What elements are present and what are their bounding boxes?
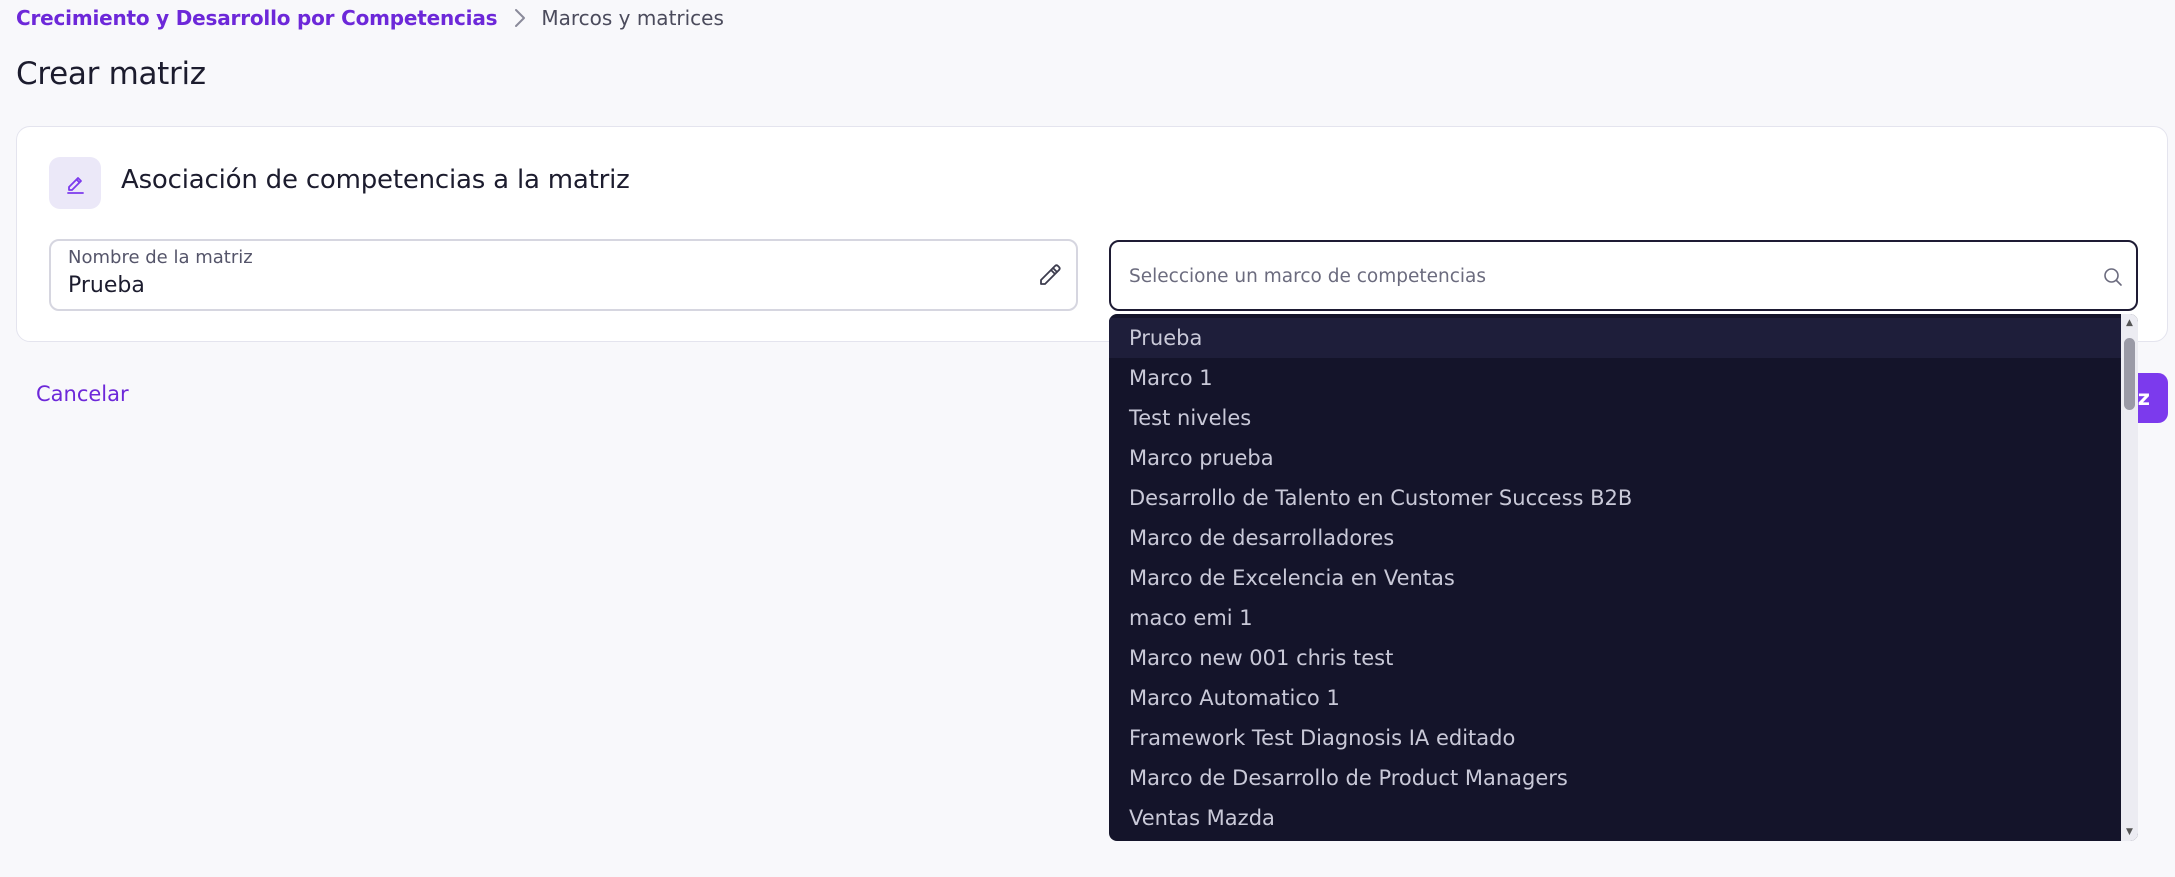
cancel-button[interactable]: Cancelar [36, 382, 129, 406]
breadcrumb-link-crecimiento[interactable]: Crecimiento y Desarrollo por Competencia… [16, 6, 498, 30]
dropdown-option[interactable]: Marco Automatico 1 [1109, 678, 2121, 718]
framework-dropdown: Prueba Marco 1 Test niveles Marco prueba… [1109, 314, 2138, 841]
chevron-right-icon [513, 7, 527, 29]
dropdown-option[interactable]: Marco de desarrolladores [1109, 518, 2121, 558]
dropdown-option[interactable]: Test niveles [1109, 398, 2121, 438]
matrix-name-label: Nombre de la matriz [68, 247, 253, 268]
dropdown-option[interactable]: Framework Test Diagnosis IA editado [1109, 718, 2121, 758]
pencil-icon[interactable] [1036, 261, 1064, 289]
edit-icon [49, 157, 101, 209]
dropdown-option[interactable]: Marco 1 [1109, 358, 2121, 398]
scrollbar-thumb[interactable] [2124, 338, 2135, 410]
dropdown-option[interactable]: Prueba [1109, 318, 2121, 358]
framework-select[interactable] [1109, 240, 2138, 311]
dropdown-option[interactable]: maco emi 1 [1109, 598, 2121, 638]
breadcrumb-current: Marcos y matrices [541, 6, 724, 30]
dropdown-scrollbar[interactable]: ▲ ▼ [2121, 314, 2138, 841]
framework-search-input[interactable] [1127, 242, 2091, 310]
matrix-name-value[interactable]: Prueba [68, 273, 145, 298]
dropdown-option[interactable]: Marco de Excelencia en Ventas [1109, 558, 2121, 598]
scroll-up-arrow-icon[interactable]: ▲ [2121, 316, 2138, 330]
page-title: Crear matriz [16, 56, 206, 92]
breadcrumb: Crecimiento y Desarrollo por Competencia… [16, 4, 724, 32]
scroll-down-arrow-icon[interactable]: ▼ [2121, 825, 2138, 839]
dropdown-option[interactable]: Desarrollo de Talento en Customer Succes… [1109, 478, 2121, 518]
dropdown-option[interactable]: Marco de Desarrollo de Product Managers [1109, 758, 2121, 798]
search-icon[interactable] [2102, 266, 2124, 288]
dropdown-option[interactable]: Marco new 001 chris test [1109, 638, 2121, 678]
dropdown-option[interactable]: Ventas Mazda [1109, 798, 2121, 838]
create-matrix-label: z [2137, 386, 2150, 410]
matrix-name-field[interactable]: Nombre de la matriz Prueba [49, 239, 1078, 311]
card-heading: Asociación de competencias a la matriz [121, 165, 630, 195]
dropdown-option[interactable]: Marco prueba [1109, 438, 2121, 478]
framework-options-list: Prueba Marco 1 Test niveles Marco prueba… [1109, 318, 2121, 838]
